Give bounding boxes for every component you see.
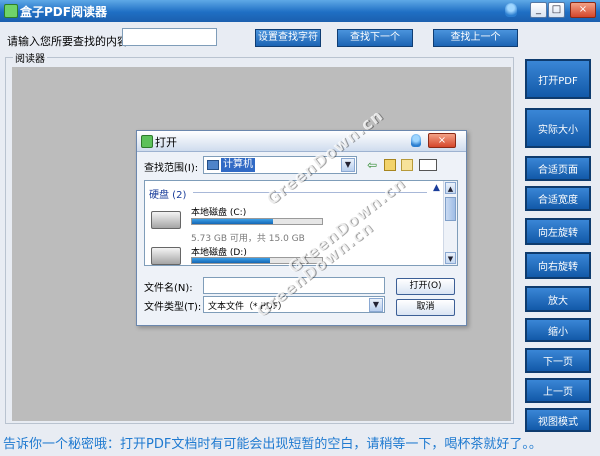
open-pdf-button[interactable]: 打开PDF xyxy=(525,59,591,99)
actual-size-button[interactable]: 实际大小 xyxy=(525,108,591,148)
group-header-hard-disks: 硬盘 (2) xyxy=(149,190,187,201)
drive-d-usage-fill xyxy=(192,258,270,263)
scroll-up-icon[interactable]: ▲ xyxy=(445,182,456,194)
dialog-penguin-icon[interactable] xyxy=(411,134,421,147)
file-name-label: 文件名(N): xyxy=(144,283,193,294)
next-page-button[interactable]: 下一页 xyxy=(525,348,591,373)
drive-c-usage-fill xyxy=(192,219,273,224)
back-arrow-icon[interactable]: ⇦ xyxy=(367,159,379,171)
footer-message: 告诉你一个秘密哦：打开PDF文档时有可能会出现短暂的空白，请稍等一下，喝杯茶就好… xyxy=(3,437,542,452)
look-in-label: 查找范围(I): xyxy=(144,163,199,174)
file-type-label: 文件类型(T): xyxy=(144,302,202,313)
hard-drive-icon xyxy=(151,247,181,265)
previous-page-button[interactable]: 上一页 xyxy=(525,378,591,403)
reader-group-label: 阅读器 xyxy=(13,50,47,65)
maximize-button[interactable]: □ xyxy=(548,2,565,18)
app-icon xyxy=(4,4,18,18)
dialog-title-bar: 打开 × xyxy=(137,131,466,152)
dialog-close-button[interactable]: × xyxy=(428,133,456,148)
scroll-thumb[interactable] xyxy=(445,197,456,221)
hard-drive-icon xyxy=(151,211,181,229)
view-mode-button[interactable]: 视图模式 xyxy=(525,408,591,432)
file-list-scrollbar[interactable]: ▲ ▼ xyxy=(443,181,457,265)
view-menu-icon[interactable] xyxy=(419,159,437,171)
drive-c-usage-bar xyxy=(191,218,323,225)
fit-width-button[interactable]: 合适宽度 xyxy=(525,186,591,211)
look-in-value: 计算机 xyxy=(221,158,255,172)
search-label: 请输入您所要查找的内容： xyxy=(7,35,139,48)
fit-page-button[interactable]: 合适页面 xyxy=(525,156,591,181)
find-next-button[interactable]: 查找下一个 xyxy=(337,29,413,47)
search-input[interactable] xyxy=(122,28,217,46)
scroll-down-icon[interactable]: ▼ xyxy=(445,252,456,264)
open-button[interactable]: 打开(O) xyxy=(396,278,455,295)
rotate-right-button[interactable]: 向右旋转 xyxy=(525,252,591,279)
close-button[interactable]: × xyxy=(570,2,596,18)
drive-c-info: 5.73 GB 可用，共 15.0 GB xyxy=(191,234,305,244)
minimize-button[interactable]: _ xyxy=(530,2,547,18)
dialog-app-icon xyxy=(141,135,153,148)
new-folder-icon[interactable] xyxy=(401,159,413,171)
chevron-up-icon[interactable]: ▲ xyxy=(433,183,440,193)
drive-c-name[interactable]: 本地磁盘 (C:) xyxy=(191,205,246,218)
dialog-title: 打开 xyxy=(155,136,177,149)
computer-icon xyxy=(207,160,219,170)
chevron-down-icon[interactable]: ▼ xyxy=(369,298,383,312)
cancel-button[interactable]: 取消 xyxy=(396,299,455,316)
rotate-left-button[interactable]: 向左旋转 xyxy=(525,218,591,245)
zoom-out-button[interactable]: 缩小 xyxy=(525,318,591,342)
find-previous-button[interactable]: 查找上一个 xyxy=(433,29,518,47)
up-folder-icon[interactable] xyxy=(384,159,396,171)
penguin-icon[interactable] xyxy=(505,3,517,17)
zoom-in-button[interactable]: 放大 xyxy=(525,286,591,312)
title-bar: 盒子PDF阅读器 _ □ × xyxy=(0,0,600,22)
file-type-combo[interactable]: 文本文件（*.PDF） ▼ xyxy=(203,296,385,313)
chevron-down-icon[interactable]: ▼ xyxy=(341,158,355,172)
window-title: 盒子PDF阅读器 xyxy=(20,5,107,19)
open-file-dialog: 打开 × 查找范围(I): 计算机 ▼ ⇦ 硬盘 (2) ▲ 本地磁盘 (C:)… xyxy=(136,130,467,326)
set-search-string-button[interactable]: 设置查找字符 xyxy=(255,29,321,47)
